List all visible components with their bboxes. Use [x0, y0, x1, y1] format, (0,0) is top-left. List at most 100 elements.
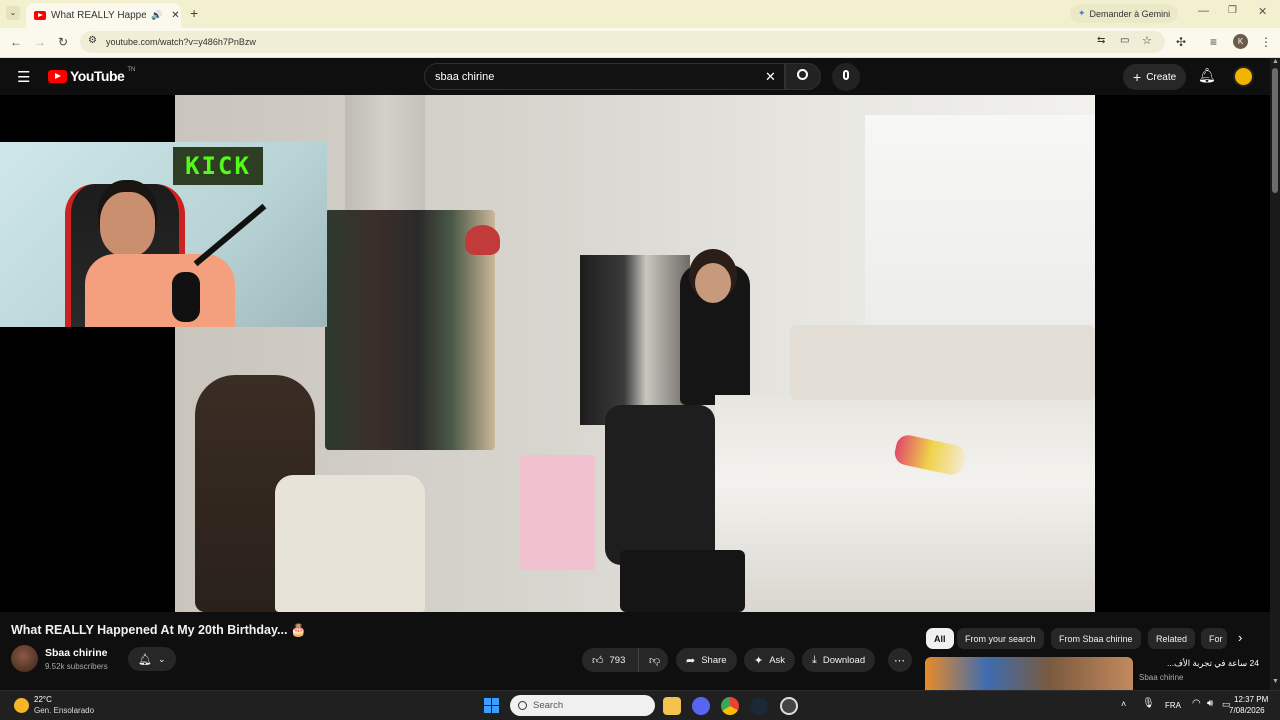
gemini-button[interactable]: ✦ Demander à Gemini	[1070, 4, 1179, 23]
new-tab-button[interactable]: +	[190, 5, 198, 21]
recommendation-title[interactable]: 24 ساعة في تجربة الأف...	[1139, 658, 1259, 669]
speaker-icon[interactable]: 🔊	[151, 10, 162, 21]
tab-strip: ⌄ What REALLY Happened At 🔊 ✕ + ✦ Demand…	[0, 0, 1280, 28]
chips-next-icon[interactable]: ›	[1238, 630, 1242, 645]
keyboard-language[interactable]: FRA	[1165, 701, 1181, 710]
taskbar-search[interactable]: Search	[510, 695, 655, 716]
page-scrollbar[interactable]: ▲ ▼	[1270, 58, 1280, 690]
video-player[interactable]: KICK	[0, 95, 1270, 612]
pink-box	[520, 455, 595, 570]
clock-date[interactable]: 7/08/2026	[1229, 706, 1265, 715]
app-icon[interactable]	[780, 697, 798, 715]
translate-icon[interactable]: ⇆	[1097, 35, 1105, 46]
discord-icon[interactable]	[692, 697, 710, 715]
search-input[interactable]: sbaa chirine ✕	[424, 63, 785, 90]
share-arrow-icon: ➦	[686, 654, 696, 667]
youtube-favicon-icon	[34, 11, 46, 20]
restore-icon[interactable]: ❐	[1228, 5, 1237, 16]
chrome-menu-icon[interactable]: ⋮	[1260, 35, 1272, 49]
weather-description: Gen. Ensolarado	[34, 706, 95, 715]
taskbar-search-placeholder: Search	[533, 700, 564, 711]
download-button[interactable]: ⤓ Download	[802, 648, 876, 672]
minimize-icon[interactable]: —	[1198, 5, 1209, 17]
scroll-down-icon[interactable]: ▼	[1272, 678, 1279, 685]
chip-from-channel[interactable]: From Sbaa chirine	[1051, 628, 1141, 649]
stream-microphone	[172, 272, 200, 322]
start-windows-icon[interactable]	[484, 698, 499, 713]
site-info-icon[interactable]: ⚙	[88, 35, 97, 46]
chip-for-you[interactable]: For	[1201, 628, 1227, 649]
channel-avatar[interactable]	[11, 645, 38, 672]
gemini-sparkle-icon: ✦	[1078, 8, 1086, 18]
more-actions-button[interactable]: ⋯	[888, 648, 912, 672]
address-bar-row: ← → ↻ ⚙ youtube.com/watch?v=y486h7PnBzw …	[0, 28, 1280, 58]
streamer-head	[100, 192, 155, 257]
youtube-play-logo-icon	[48, 69, 67, 83]
like-count: 793	[609, 654, 626, 666]
profile-avatar[interactable]: K	[1233, 34, 1248, 49]
like-button[interactable]: 👍︎ 793	[582, 648, 638, 672]
recommendation-thumbnail[interactable]	[925, 657, 1133, 690]
clear-search-icon[interactable]: ✕	[765, 69, 776, 85]
browser-tab[interactable]: What REALLY Happened At 🔊 ✕	[26, 3, 181, 28]
clock-time[interactable]: 12:37 PM	[1234, 695, 1268, 704]
white-bag	[275, 475, 425, 612]
extensions-icon[interactable]: ✣	[1176, 35, 1186, 49]
streamer-shirt	[85, 254, 235, 327]
tray-chevron-icon[interactable]: ˄	[1121, 699, 1126, 709]
window-close-icon[interactable]: ✕	[1258, 5, 1267, 18]
bookmark-star-icon[interactable]: ☆	[1142, 34, 1152, 47]
weather-sun-icon[interactable]	[14, 698, 29, 713]
file-explorer-icon[interactable]	[663, 697, 681, 715]
bed	[715, 395, 1095, 612]
search-button[interactable]	[785, 63, 821, 90]
window-light	[865, 115, 1095, 335]
volume-icon[interactable]: 🔊︎	[1207, 698, 1213, 709]
youtube-header: ☰ YouTube TN sbaa chirine ✕ + Create 🔔︎	[0, 58, 1280, 95]
steam-icon[interactable]	[750, 697, 768, 715]
create-button[interactable]: + Create	[1123, 64, 1187, 90]
account-avatar[interactable]	[1233, 66, 1254, 87]
ask-button[interactable]: ✦ Ask	[744, 648, 796, 672]
wifi-icon[interactable]: ◠	[1192, 698, 1201, 709]
tab-close-icon[interactable]: ✕	[171, 10, 179, 21]
tab-search-chevron-icon[interactable]: ⌄	[6, 6, 20, 20]
address-bar[interactable]: ⚙ youtube.com/watch?v=y486h7PnBzw ⇆ ▭ ☆	[80, 31, 1165, 53]
chip-related[interactable]: Related	[1148, 628, 1196, 649]
cast-icon[interactable]: ▭	[1120, 35, 1129, 46]
back-icon[interactable]: ←	[10, 35, 22, 49]
forward-icon[interactable]: →	[34, 35, 46, 49]
scrollbar-thumb[interactable]	[1272, 68, 1278, 193]
chip-from-your-search[interactable]: From your search	[957, 628, 1044, 649]
taskbar-search-icon	[518, 701, 527, 710]
scroll-up-icon[interactable]: ▲	[1272, 58, 1279, 65]
share-button[interactable]: ➦ Share	[676, 648, 737, 672]
chrome-icon[interactable]	[721, 697, 739, 715]
reload-icon[interactable]: ↻	[58, 35, 68, 49]
gemini-label: Demander à Gemini	[1089, 8, 1171, 19]
hamburger-menu-icon[interactable]: ☰	[17, 68, 30, 86]
chip-all[interactable]: All	[926, 628, 954, 649]
microphone-arm	[193, 203, 267, 267]
temperature[interactable]: 22°C	[34, 695, 52, 704]
video-details: What REALLY Happened At My 20th Birthday…	[0, 612, 1270, 690]
youtube-logo[interactable]: YouTube TN	[48, 67, 136, 84]
voice-search-button[interactable]	[832, 63, 860, 91]
search-query: sbaa chirine	[435, 70, 495, 83]
tray-mic-icon[interactable]: 🎙︎	[1142, 698, 1155, 709]
region-code: TN	[127, 67, 136, 73]
channel-name[interactable]: Sbaa chirine	[45, 647, 107, 659]
backpack	[605, 405, 715, 565]
create-label: Create	[1146, 71, 1177, 83]
taskbar: 22°C Gen. Ensolarado Search ˄ 🎙︎ FRA ◠ 🔊…	[0, 690, 1280, 720]
youtube-logo-text: YouTube	[70, 68, 125, 84]
tab-list-icon[interactable]: ≡	[1210, 35, 1217, 49]
subscriber-count: 9.52k subscribers	[45, 662, 108, 671]
notifications-bell-icon[interactable]: 🔔︎	[1198, 67, 1216, 84]
dislike-button[interactable]: 👎︎	[638, 648, 668, 672]
subscribed-notification-button[interactable]: 🔔︎ ⌄	[128, 647, 176, 671]
recommendation-channel: Sbaa chirine	[1139, 673, 1184, 682]
person-head	[695, 263, 731, 303]
thumbs-down-icon: 👎︎	[649, 654, 661, 667]
ask-label: Ask	[769, 654, 786, 666]
